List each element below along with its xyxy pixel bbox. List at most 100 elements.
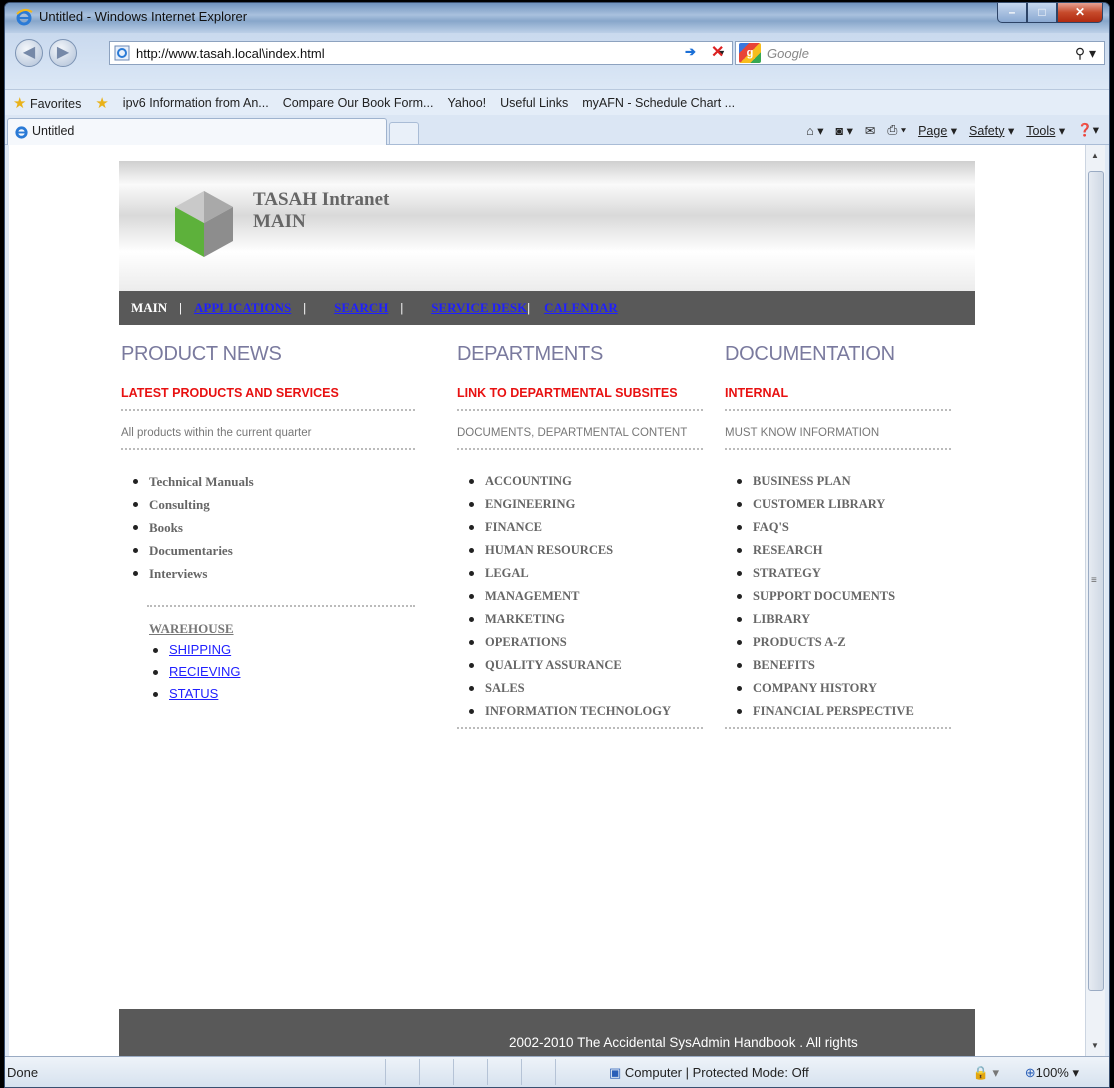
vertical-scrollbar[interactable]: ▲ ≡ ▼ [1085,145,1105,1056]
list-item[interactable]: LEGAL [457,562,703,585]
list-item[interactable]: FINANCIAL PERSPECTIVE [725,700,951,723]
list-item[interactable]: SALES [457,677,703,700]
status-cell [555,1059,587,1085]
warehouse-link-status[interactable]: STATUS [149,683,415,705]
documentation-column: DOCUMENTATION INTERNAL MUST KNOW INFORMA… [725,343,951,729]
list-item[interactable]: Technical Manuals [121,470,415,493]
documentation-subheading[interactable]: INTERNAL [725,386,951,400]
close-button[interactable]: ✕ [1057,3,1103,23]
window-title: Untitled - Windows Internet Explorer [39,9,248,24]
tab-untitled[interactable]: Untitled [7,118,387,145]
stop-icon[interactable]: ✕ [711,42,724,62]
departments-list: ACCOUNTING ENGINEERING FINANCE HUMAN RES… [457,470,703,723]
google-logo-icon: g [739,43,761,63]
list-item[interactable]: SUPPORT DOCUMENTS [725,585,951,608]
safety-menu[interactable]: Safety ▾ [969,123,1014,138]
menu-calendar[interactable]: CALENDAR [544,300,618,316]
list-item[interactable]: MANAGEMENT [457,585,703,608]
list-item[interactable]: Consulting [121,493,415,516]
zoom-control[interactable]: ⊕100% ▾ [1025,1065,1079,1081]
search-box[interactable]: g Google ⚲ ▾ [735,41,1105,65]
divider [147,605,415,607]
list-item[interactable]: LIBRARY [725,608,951,631]
divider [457,727,703,729]
warehouse-heading[interactable]: WAREHOUSE [149,621,415,637]
address-bar[interactable]: http://www.tasah.local\index.html ▼ [109,41,733,65]
forward-button[interactable]: ▶ [49,39,77,67]
divider [725,409,951,411]
list-item[interactable]: CUSTOMER LIBRARY [725,493,951,516]
favorites-button[interactable]: ★ Favorites [13,94,81,112]
site-title: TASAH Intranet MAIN [253,189,389,233]
list-item[interactable]: STRATEGY [725,562,951,585]
tools-menu[interactable]: Tools ▾ [1026,123,1065,138]
warehouse-list: SHIPPING RECIEVING STATUS [149,639,415,705]
status-cell [487,1059,519,1085]
scroll-up-icon[interactable]: ▲ [1091,151,1099,160]
favorite-link-compare[interactable]: Compare Our Book Form... [283,96,434,110]
home-icon[interactable]: ⌂ ▾ [806,123,823,138]
favorite-link-useful[interactable]: Useful Links [500,96,568,110]
protected-mode-icon[interactable]: 🔒 ▾ [973,1065,999,1081]
status-cell [521,1059,553,1085]
list-item[interactable]: BUSINESS PLAN [725,470,951,493]
menu-service-desk[interactable]: SERVICE DESK [431,300,527,316]
maximize-button[interactable]: □ [1027,3,1057,23]
favorite-link-ipv6[interactable]: ipv6 Information from An... [123,96,269,110]
search-icon[interactable]: ⚲ ▾ [1075,45,1096,62]
footer-text: 2002-2010 The Accidental SysAdmin Handbo… [509,1035,858,1050]
scroll-down-icon[interactable]: ▼ [1091,1041,1099,1050]
browser-window: Untitled - Windows Internet Explorer – □… [4,2,1110,1088]
product-news-column: PRODUCT NEWS LATEST PRODUCTS AND SERVICE… [121,343,415,705]
zone-label: Computer | Protected Mode: Off [624,1065,809,1080]
list-item[interactable]: Documentaries [121,539,415,562]
minimize-button[interactable]: – [997,3,1027,23]
departments-column: DEPARTMENTS LINK TO DEPARTMENTAL SUBSITE… [457,343,703,729]
security-zone[interactable]: ▣ Computer | Protected Mode: Off [609,1065,809,1081]
warehouse-link-shipping[interactable]: SHIPPING [149,639,415,661]
list-item[interactable]: BENEFITS [725,654,951,677]
list-item[interactable]: PRODUCTS A-Z [725,631,951,654]
command-bar: ⌂ ▾ ◙ ▾ ✉ ⎙ ▾ Page ▾ Safety ▾ Tools ▾ ❓▾ [806,122,1099,138]
print-icon[interactable]: ⎙ ▾ [887,123,906,138]
add-favorite-icon[interactable]: ★ [95,94,108,112]
warehouse-section: WAREHOUSE SHIPPING RECIEVING STATUS [121,621,415,705]
mail-icon[interactable]: ✉ [865,123,875,138]
new-tab-button[interactable] [389,122,419,145]
site-title-line2: MAIN [253,211,306,232]
favorite-link-yahoo[interactable]: Yahoo! [447,96,486,110]
back-arrow-icon: ◀ [22,44,36,61]
list-item[interactable]: ACCOUNTING [457,470,703,493]
go-arrow-icon[interactable]: ➔ [685,44,696,60]
menu-applications[interactable]: APPLICATIONS [194,300,291,316]
menu-search[interactable]: SEARCH [334,300,388,316]
status-cell [419,1059,451,1085]
list-item[interactable]: Interviews [121,562,415,585]
list-item[interactable]: INFORMATION TECHNOLOGY [457,700,703,723]
warehouse-link-recieving[interactable]: RECIEVING [149,661,415,683]
product-news-note: All products within the current quarter [121,427,312,439]
feeds-icon[interactable]: ◙ ▾ [836,123,853,138]
help-icon[interactable]: ❓▾ [1077,122,1099,138]
list-item[interactable]: ENGINEERING [457,493,703,516]
list-item[interactable]: MARKETING [457,608,703,631]
back-button[interactable]: ◀ [15,39,43,67]
list-item[interactable]: FINANCE [457,516,703,539]
star-icon: ★ [13,94,27,112]
departments-subheading[interactable]: LINK TO DEPARTMENTAL SUBSITES [457,386,703,400]
list-item[interactable]: RESEARCH [725,539,951,562]
status-cell [385,1059,417,1085]
page-menu[interactable]: Page ▾ [918,123,957,138]
list-item[interactable]: QUALITY ASSURANCE [457,654,703,677]
list-item[interactable]: OPERATIONS [457,631,703,654]
list-item[interactable]: FAQ'S [725,516,951,539]
list-item[interactable]: HUMAN RESOURCES [457,539,703,562]
favorite-link-myafn[interactable]: myAFN - Schedule Chart ... [582,96,735,110]
divider [725,448,951,450]
status-cell [453,1059,485,1085]
list-item[interactable]: Books [121,516,415,539]
forward-arrow-icon: ▶ [56,44,70,61]
list-item[interactable]: COMPANY HISTORY [725,677,951,700]
menu-main[interactable]: MAIN [131,300,167,316]
divider [121,448,415,450]
